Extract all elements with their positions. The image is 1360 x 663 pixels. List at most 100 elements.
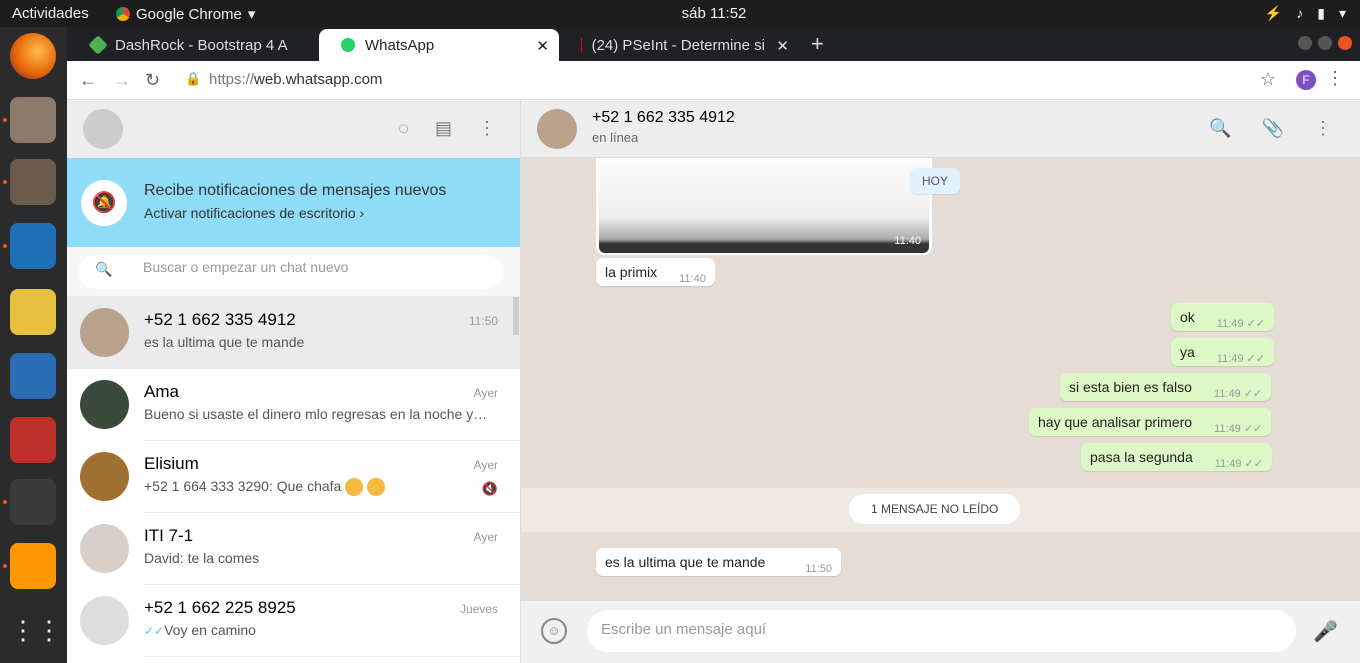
- tab-dashrock[interactable]: DashRock - Bootstrap 4 A: [69, 29, 319, 61]
- status-icon[interactable]: ◌: [398, 118, 409, 139]
- contact-name: +52 1 662 335 4912: [592, 109, 735, 126]
- minimize-button[interactable]: [1298, 36, 1312, 50]
- sublime-icon[interactable]: [10, 543, 56, 589]
- lock-icon[interactable]: 🔒: [185, 71, 201, 87]
- network-icon: ⚡: [1264, 5, 1283, 21]
- chat-last-message: Voy en camino: [164, 622, 256, 638]
- forward-icon[interactable]: →: [113, 70, 131, 91]
- youtube-favicon-icon: [581, 38, 582, 52]
- reload-icon[interactable]: ↻: [145, 70, 160, 91]
- chat-time: Ayer: [473, 530, 498, 544]
- message-text: la primix: [605, 264, 658, 280]
- terminal-app-icon[interactable]: [10, 417, 56, 463]
- bookmark-star-icon[interactable]: ☆: [1260, 69, 1276, 90]
- url-host: web.whatsapp.com: [254, 71, 383, 88]
- message-outgoing[interactable]: ya 11:49 ✓✓: [1171, 338, 1274, 366]
- image-message[interactable]: 11:40: [596, 158, 932, 255]
- files-icon[interactable]: [10, 97, 56, 143]
- firefox-icon[interactable]: [10, 33, 56, 79]
- whatsapp-favicon-icon: [341, 38, 355, 52]
- message-time: 11:49: [1214, 423, 1241, 435]
- vscode-icon[interactable]: [10, 223, 56, 269]
- menu-icon[interactable]: ⋮: [478, 118, 496, 139]
- system-tray[interactable]: ⚡ ♪ ▮ ▾: [1265, 5, 1346, 22]
- message-outgoing[interactable]: pasa la segunda 11:49 ✓✓: [1081, 443, 1272, 471]
- enable-notifications-link[interactable]: Activar notificaciones de escritorio ›: [144, 205, 364, 221]
- avatar[interactable]: [537, 109, 577, 149]
- chat-list-item[interactable]: Elisium Ayer +52 1 664 333 3290: Que cha…: [67, 441, 520, 513]
- message-input[interactable]: [601, 621, 1281, 638]
- close-icon[interactable]: ✕: [776, 37, 789, 55]
- chat-last-message: David: te la comes: [144, 550, 260, 566]
- chat-list-item[interactable]: ITI 7-1 Ayer David: te la comes: [67, 513, 520, 585]
- tab-title: DashRock - Bootstrap 4 A: [115, 36, 288, 54]
- message-incoming[interactable]: es la ultima que te mande 11:50: [596, 548, 842, 576]
- message-outgoing[interactable]: ok 11:49 ✓✓: [1171, 303, 1274, 331]
- gimp-icon[interactable]: [10, 159, 56, 205]
- search-icon[interactable]: 🔍: [1209, 118, 1231, 139]
- clock[interactable]: sáb 11:52: [0, 5, 1360, 22]
- rhythmbox-icon[interactable]: [10, 289, 56, 335]
- unread-divider: 1 MENSAJE NO LEÍDO: [521, 488, 1360, 532]
- address-bar[interactable]: https://web.whatsapp.com: [209, 71, 382, 88]
- show-apps-icon[interactable]: ⋮⋮: [10, 607, 62, 653]
- chat-list-item[interactable]: +52 1 662 335 4912 11:50 es la ultima qu…: [67, 297, 520, 369]
- profile-avatar[interactable]: F: [1296, 70, 1316, 90]
- double-check-icon: ✓✓: [1246, 353, 1265, 365]
- chat-name: Ama: [144, 382, 179, 401]
- date-divider: HOY: [910, 168, 961, 194]
- muted-icon: 🔇: [481, 481, 498, 496]
- back-icon[interactable]: ←: [79, 70, 97, 91]
- double-check-icon: ✓✓: [144, 624, 165, 638]
- emoji-icon: [367, 478, 386, 497]
- search-icon: 🔍: [95, 261, 113, 277]
- maximize-button[interactable]: [1318, 36, 1332, 50]
- chat-last-message: +52 1 664 333 3290: Que chafa: [144, 478, 342, 494]
- dock: ⋮⋮: [0, 27, 67, 663]
- image-thumbnail[interactable]: 11:40: [599, 161, 929, 253]
- message-time: 11:49: [1216, 353, 1244, 365]
- message-outgoing[interactable]: hay que analisar primero 11:49 ✓✓: [1029, 408, 1272, 436]
- notification-banner[interactable]: 🔕 Recibe notificaciones de mensajes nuev…: [67, 158, 520, 247]
- chat-list-item[interactable]: +52 1 662 225 8925 Jueves ✓✓Voy en camin…: [67, 585, 520, 657]
- writer-icon[interactable]: [10, 353, 56, 399]
- chat-name: Elisium: [144, 454, 199, 473]
- tab-whatsapp[interactable]: WhatsApp ✕: [319, 29, 559, 61]
- menu-icon[interactable]: ⋮: [1314, 118, 1332, 139]
- message-text: hay que analisar primero: [1038, 414, 1193, 430]
- chrome-menu-icon[interactable]: ⋮: [1326, 68, 1344, 89]
- scrollbar[interactable]: [513, 297, 519, 335]
- chat-list-item[interactable]: Ama Ayer Bueno si usaste el dinero mlo r…: [67, 369, 520, 441]
- emoji-picker-icon[interactable]: ☺: [541, 618, 567, 644]
- message-incoming[interactable]: la primix 11:40: [596, 258, 715, 286]
- chat-name: +52 1 662 225 8925: [144, 598, 296, 617]
- avatar: [80, 524, 129, 573]
- tab-title: (24) PSeInt - Determine si: [591, 36, 765, 54]
- microphone-icon[interactable]: 🎤: [1313, 619, 1338, 644]
- conversation-header[interactable]: +52 1 662 335 4912 en línea 🔍 📎 ⋮: [521, 100, 1360, 158]
- message-time: 11:40: [894, 235, 921, 247]
- tab-youtube[interactable]: (24) PSeInt - Determine si ✕: [559, 29, 799, 61]
- battery-icon: ▮: [1317, 5, 1325, 21]
- message-text: pasa la segunda: [1090, 449, 1193, 465]
- message-time: 11:49: [1214, 458, 1242, 470]
- attach-icon[interactable]: 📎: [1262, 118, 1284, 139]
- search-input[interactable]: [143, 259, 483, 275]
- new-tab-button[interactable]: +: [811, 31, 824, 57]
- search-bar: 🔍: [67, 247, 520, 297]
- close-window-button[interactable]: [1338, 36, 1352, 50]
- close-icon[interactable]: ✕: [536, 37, 549, 55]
- chat-name: ITI 7-1: [144, 526, 194, 545]
- double-check-icon: ✓✓: [1243, 388, 1263, 400]
- message-list[interactable]: 11:40 HOY la primix 11:40 ok 11:49 ✓✓ ya 11:…: [521, 158, 1360, 656]
- avatar: [80, 380, 129, 429]
- double-check-icon: ✓✓: [1243, 423, 1263, 435]
- double-check-icon: ✓✓: [1244, 458, 1263, 470]
- chrome-dock-icon[interactable]: [10, 479, 56, 525]
- new-chat-icon[interactable]: ▤: [435, 118, 452, 139]
- message-outgoing[interactable]: si esta bien es falso 11:49 ✓✓: [1060, 373, 1272, 401]
- message-text: ya: [1180, 344, 1195, 360]
- avatar[interactable]: [83, 109, 123, 149]
- chat-last-message: Bueno si usaste el dinero mlo regresas e…: [144, 406, 488, 422]
- unread-badge: 1 MENSAJE NO LEÍDO: [849, 494, 1021, 524]
